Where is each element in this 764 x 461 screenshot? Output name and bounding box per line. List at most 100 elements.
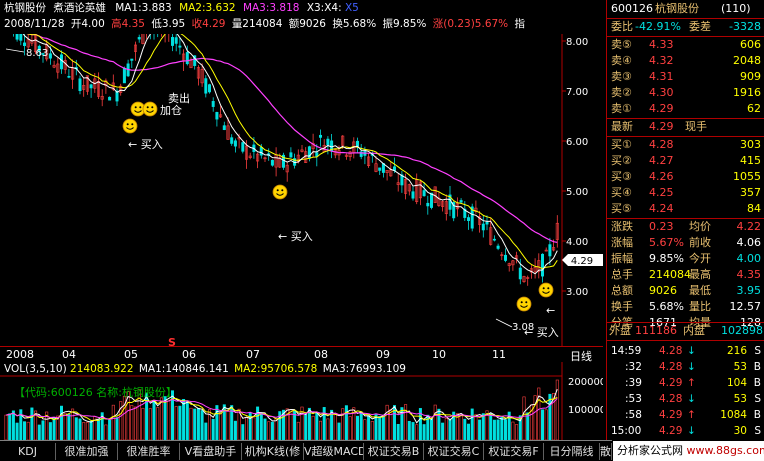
volume-bar (259, 412, 263, 440)
volume-bar (182, 398, 186, 440)
s-marker: S (168, 336, 176, 346)
candle (259, 146, 263, 156)
stat-row-amount: 总额 9026 最低 3.95 (611, 284, 761, 297)
last-label: 最新 (611, 120, 633, 133)
index-button[interactable]: 指 (515, 18, 526, 30)
vol-scale-100000: 100000 (568, 405, 603, 416)
amplitude: 振9.85% (382, 18, 427, 30)
price-axis-label: 4.00 (566, 237, 588, 248)
volume-bar (163, 396, 167, 440)
volume-bar (211, 418, 215, 440)
volume-bar (89, 420, 93, 440)
candle (22, 42, 26, 47)
tab-san[interactable]: 散 (600, 443, 612, 460)
volume-bar (156, 407, 160, 440)
volume-bar (15, 422, 19, 440)
volume-bar (41, 420, 45, 440)
volume-bar (200, 410, 204, 440)
buy-label-3: ← 买入 (524, 326, 559, 339)
volume-bar (189, 407, 193, 440)
footer-brand: 分析家公式网 www.88gs.com (613, 441, 764, 461)
svg-text:4.29: 4.29 (571, 256, 593, 267)
volume-bar (304, 414, 308, 440)
price-chart[interactable]: 8.007.006.005.004.003.00 8.63 3.08 ← 买入 … (0, 34, 603, 346)
candle (48, 53, 52, 59)
tab-day-separator[interactable]: 日分隔线 (544, 443, 600, 460)
candle (459, 200, 463, 203)
volume-bar (444, 418, 448, 440)
volume-bar (148, 408, 152, 440)
stock-name: 杭钢股份 (4, 2, 46, 14)
tick-row: :32 4.28 ↓ 53 B (625, 361, 761, 373)
low-price: 低3.95 (151, 18, 186, 30)
candle (137, 37, 141, 40)
tab-v-kan-pan[interactable]: V看盘助手 (180, 443, 242, 460)
tab-hen-zhun-sheng-lv[interactable]: 很准胜率 (118, 443, 180, 460)
outer-label: 外盘 (609, 324, 631, 337)
close-price: 收4.29 (191, 18, 226, 30)
info-bar: 杭钢股份 煮酒论英雄 MA1:3.883 MA2:3.632 MA3:3.818… (0, 0, 603, 34)
volume-bar (111, 404, 115, 440)
footer-site: www.88gs.com (686, 444, 764, 457)
open-price: 开4.00 (70, 18, 105, 30)
outer-value: 111186 (635, 324, 677, 337)
tab-kdj[interactable]: KDJ (0, 443, 56, 460)
vol-ma3-value: MA3:76993.109 (322, 363, 406, 375)
volume-bar (515, 424, 519, 440)
volume-bar (326, 418, 330, 440)
inner-label: 内盘 (683, 324, 705, 337)
smiley-signal-icon (272, 184, 288, 200)
buy-row-1: 买① 4.28 303 (611, 138, 761, 151)
volume-bar (333, 413, 337, 440)
volume-bar (441, 422, 445, 440)
volume-bar (370, 421, 374, 440)
volume-bar (78, 418, 82, 440)
volume-bar (219, 411, 223, 440)
volume-bar (226, 410, 230, 440)
volume-bar (11, 410, 15, 440)
tab-ji-gou-kline[interactable]: 机构K线(修 (242, 443, 304, 460)
tab-warrant-f[interactable]: 权证交易F (484, 443, 544, 460)
volume-bar (374, 414, 378, 440)
volume-bar (318, 420, 322, 440)
volume-bar (193, 408, 197, 440)
volume-bar (548, 393, 552, 440)
volume-bar (267, 421, 271, 440)
candle (215, 112, 219, 120)
tab-warrant-b[interactable]: 权证交易B (364, 443, 424, 460)
volume-bar (4, 414, 8, 440)
tab-warrant-c[interactable]: 权证交易C (424, 443, 484, 460)
volume-bar (174, 406, 178, 440)
candle (185, 52, 189, 65)
tick-row: :39 4.29 ↑ 104 B (625, 377, 761, 389)
volume-bar (315, 412, 319, 440)
candle (59, 54, 63, 70)
tab-hen-zhun-jia-qiang[interactable]: 很准加强 (56, 443, 118, 460)
volume-bar (363, 419, 367, 440)
volume-bar (115, 417, 119, 440)
candle (108, 96, 112, 101)
stat-row-volume: 总手 214084 最高 4.35 (611, 268, 761, 281)
candle (15, 34, 19, 40)
volume-bar (134, 406, 138, 440)
ma1-value: MA1:3.883 (115, 2, 172, 14)
volume-bar (355, 415, 359, 440)
weibi-label: 委比 (611, 20, 633, 33)
volume-bar (37, 424, 41, 440)
weicha-value: -3328 (729, 20, 761, 33)
smiley-signal-icon (142, 101, 158, 117)
volume-bar (337, 422, 341, 440)
volume-bar (503, 419, 507, 440)
add-position-label: 加仓 (160, 103, 182, 117)
tab-v-super-macd[interactable]: V超级MACD (304, 443, 364, 460)
candle (326, 138, 330, 146)
candle (481, 223, 485, 231)
vol-header: VOL(3,5,10) 214083.922 MA1:140846.141 MA… (4, 363, 406, 375)
volume-bar (196, 407, 200, 440)
date-label-2008: 2008 (6, 348, 34, 361)
stat-row-turnover: 换手 5.68% 量比 12.57 (611, 300, 761, 313)
volume-bar (555, 379, 559, 440)
price-axis-label: 3.00 (566, 287, 588, 298)
volume-bar (496, 419, 500, 440)
volume-bar (348, 416, 352, 440)
